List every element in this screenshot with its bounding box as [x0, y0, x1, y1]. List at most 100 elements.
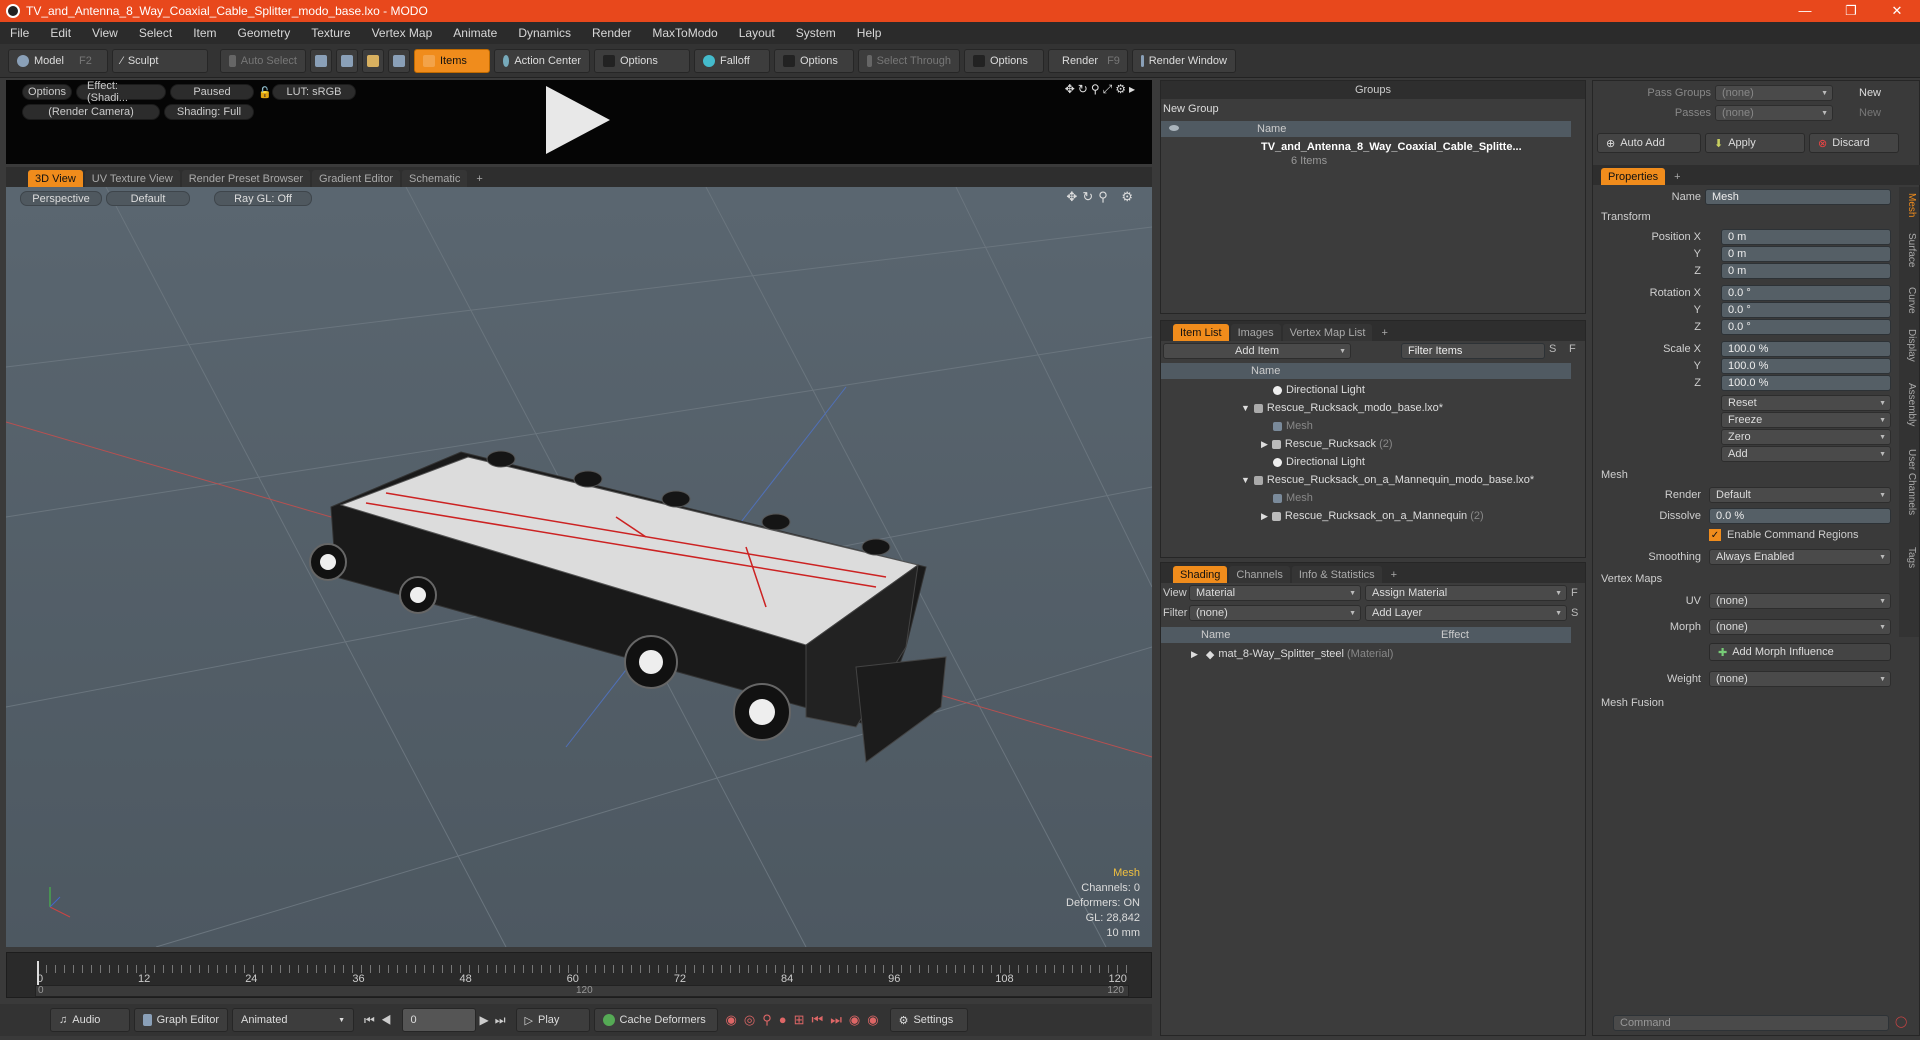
position-x-field[interactable]: 0 m — [1721, 229, 1891, 245]
audio-button[interactable]: ♫ Audio — [50, 1008, 130, 1032]
lut-dropdown[interactable]: LUT: sRGB — [272, 84, 356, 100]
add-morph-influence-button[interactable]: ✚ Add Morph Influence — [1709, 643, 1891, 661]
render-preview[interactable]: Options Effect: (Shadi... Paused 🔓 LUT: … — [6, 80, 1152, 164]
minimize-button[interactable]: — — [1782, 3, 1828, 19]
tab-images[interactable]: Images — [1230, 324, 1281, 341]
tab-shading[interactable]: Shading — [1173, 566, 1228, 583]
shading-f-button[interactable]: F — [1571, 587, 1578, 599]
position-y-field[interactable]: 0 m — [1721, 246, 1891, 262]
side-tab-mesh[interactable]: Mesh — [1906, 193, 1917, 217]
material-row[interactable]: ▶ ◆ mat_8-Way_Splitter_steel (Material) — [1191, 645, 1393, 663]
rotation-z-field[interactable]: 0.0 ° — [1721, 319, 1891, 335]
discard-button[interactable]: ⊗ Discard — [1809, 133, 1899, 153]
name-field[interactable]: Mesh — [1705, 189, 1891, 205]
filter-items-input[interactable]: Filter Items — [1401, 343, 1545, 359]
view-dropdown[interactable]: Material — [1189, 585, 1361, 601]
menu-item[interactable]: Item — [183, 26, 227, 40]
rotation-x-field[interactable]: 0.0 ° — [1721, 285, 1891, 301]
weight-dropdown[interactable]: (none) — [1709, 671, 1891, 687]
viewport-nav-icons[interactable]: ✥↻⚲ ⚙ — [1066, 189, 1138, 205]
mesh-fusion-section[interactable]: Mesh Fusion — [1601, 697, 1664, 709]
transport-forward-icons[interactable]: ▶⏭ — [480, 1013, 512, 1028]
settings-button[interactable]: ⚙ Settings — [889, 1008, 968, 1032]
side-tab-tags[interactable]: Tags — [1906, 547, 1917, 568]
mesh-section[interactable]: Mesh — [1601, 469, 1628, 481]
list-item[interactable]: ▼ Rescue_Rucksack_modo_base.lxo* — [1161, 399, 1571, 417]
uv-dropdown[interactable]: (none) — [1709, 593, 1891, 609]
expand-icon[interactable]: ▼ — [1241, 475, 1250, 485]
filter-dropdown[interactable]: (none) — [1189, 605, 1361, 621]
maximize-button[interactable]: ❐ — [1828, 3, 1874, 19]
collapse-icon[interactable]: ▶ — [1261, 511, 1268, 522]
transport-back-icons[interactable]: ⏮◀ — [364, 1013, 398, 1028]
menu-system[interactable]: System — [786, 26, 847, 40]
group-item-name[interactable]: TV_and_Antenna_8_Way_Coaxial_Cable_Split… — [1261, 141, 1561, 153]
menu-vertex-map[interactable]: Vertex Map — [362, 26, 444, 40]
vertex-maps-section[interactable]: Vertex Maps — [1601, 573, 1662, 585]
position-z-field[interactable]: 0 m — [1721, 263, 1891, 279]
tab-schematic[interactable]: Schematic — [402, 170, 468, 187]
materials-mode-button[interactable] — [388, 48, 410, 73]
collapse-icon[interactable]: ▶ — [1261, 439, 1268, 450]
cache-deformers-button[interactable]: Cache Deformers — [593, 1008, 718, 1032]
apply-button[interactable]: ⬇ Apply — [1705, 133, 1805, 153]
preview-nav-icons[interactable]: ✥↻⚲⤢⚙▸ — [1065, 82, 1138, 97]
menu-texture[interactable]: Texture — [301, 26, 361, 40]
paused-toggle[interactable]: Paused — [170, 84, 254, 100]
list-item[interactable]: Mesh — [1161, 417, 1571, 435]
add-layer-dropdown[interactable]: Add Layer — [1365, 605, 1567, 621]
dissolve-field[interactable]: 0.0 % — [1709, 508, 1891, 524]
menu-geometry[interactable]: Geometry — [228, 26, 302, 40]
list-item[interactable]: ▶ Rescue_Rucksack_on_a_Mannequin (2) — [1161, 507, 1571, 525]
polygons-mode-button[interactable] — [362, 48, 384, 73]
select-options-button[interactable]: Options — [964, 48, 1044, 73]
pass-groups-dropdown[interactable]: (none) — [1715, 85, 1833, 101]
collapse-icon[interactable]: ▶ — [1191, 649, 1198, 660]
new-pass-button[interactable]: New — [1859, 107, 1881, 119]
render-window-button[interactable]: Render Window — [1132, 48, 1236, 73]
side-tab-curve[interactable]: Curve — [1906, 287, 1917, 314]
3d-viewport[interactable]: Perspective Default Ray GL: Off ✥↻⚲ ⚙ Me… — [6, 187, 1152, 947]
time-cursor[interactable] — [37, 961, 39, 985]
action-center-options-button[interactable]: Options — [594, 48, 690, 73]
freeze-dropdown[interactable]: Freeze — [1721, 412, 1891, 428]
falloff-button[interactable]: Falloff — [694, 48, 770, 73]
passes-dropdown[interactable]: (none) — [1715, 105, 1833, 121]
tab-channels[interactable]: Channels — [1229, 566, 1290, 583]
animated-dropdown[interactable]: Animated ▼ — [232, 1008, 354, 1032]
menu-select[interactable]: Select — [129, 26, 183, 40]
new-group-button[interactable]: New Group — [1163, 103, 1219, 115]
auto-select-button[interactable]: Auto Select — [220, 48, 306, 73]
key-record-icons[interactable]: ◉◎⚲●⊞⏮⏭◉◉ — [726, 1012, 886, 1028]
timeline-range-bar[interactable]: 0 120 120 — [35, 985, 1129, 997]
raygl-toggle[interactable]: Ray GL: Off — [214, 191, 312, 206]
sculpt-mode-button[interactable]: ⁄ Sculpt — [112, 48, 208, 73]
transform-section[interactable]: Transform — [1601, 211, 1651, 223]
list-item[interactable]: Directional Light — [1161, 453, 1571, 471]
play-preview-icon[interactable] — [546, 86, 610, 154]
menu-render[interactable]: Render — [582, 26, 642, 40]
assign-material-dropdown[interactable]: Assign Material — [1365, 585, 1567, 601]
morph-dropdown[interactable]: (none) — [1709, 619, 1891, 635]
vertices-mode-button[interactable] — [310, 48, 332, 73]
close-button[interactable]: ✕ — [1874, 3, 1920, 19]
command-input[interactable]: Command — [1613, 1015, 1889, 1031]
smoothing-dropdown[interactable]: Always Enabled — [1709, 549, 1891, 565]
tab-item-list[interactable]: Item List — [1173, 324, 1229, 341]
menu-edit[interactable]: Edit — [40, 26, 82, 40]
frame-input[interactable]: 0 — [401, 1008, 476, 1032]
visibility-icon[interactable] — [1169, 125, 1179, 131]
tab-vertex-map-list[interactable]: Vertex Map List — [1282, 324, 1373, 341]
items-mode-button[interactable]: Items — [414, 48, 490, 73]
graph-editor-button[interactable]: Graph Editor — [134, 1008, 228, 1032]
side-tab-surface[interactable]: Surface — [1906, 233, 1917, 267]
model-mode-button[interactable]: Model F2 — [8, 48, 108, 73]
falloff-options-button[interactable]: Options — [774, 48, 854, 73]
auto-add-button[interactable]: ⊕ Auto Add — [1597, 133, 1701, 153]
shading-dropdown[interactable]: Shading: Full — [164, 104, 254, 120]
list-item[interactable]: ▶ Rescue_Rucksack (2) — [1161, 435, 1571, 453]
preview-options-button[interactable]: Options — [22, 84, 72, 100]
menu-layout[interactable]: Layout — [729, 26, 786, 40]
edges-mode-button[interactable] — [336, 48, 358, 73]
shading-s-button[interactable]: S — [1571, 607, 1578, 619]
